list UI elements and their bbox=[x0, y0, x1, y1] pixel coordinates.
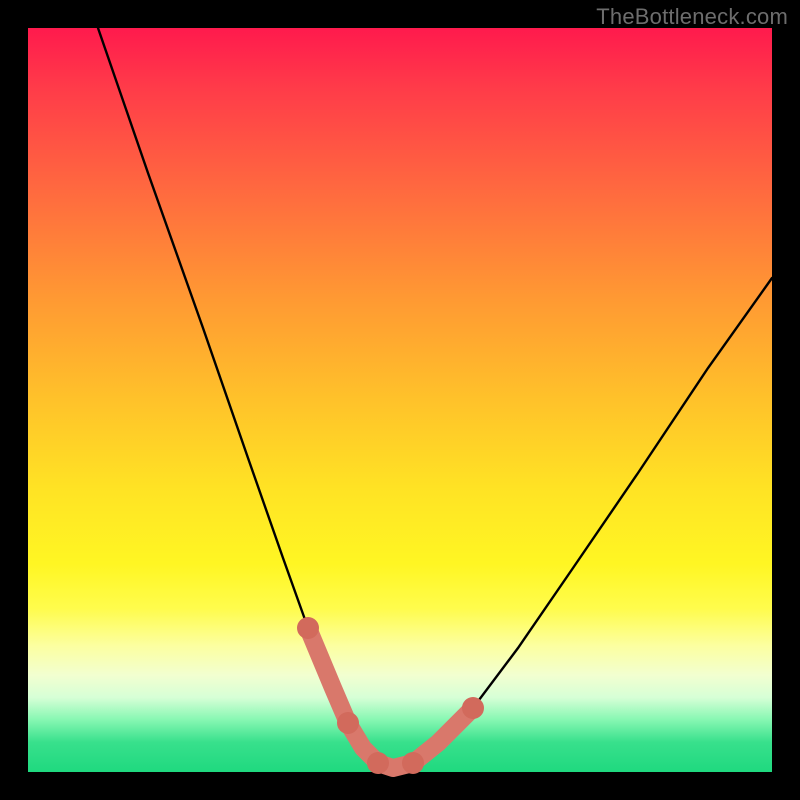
bottleneck-curve-svg bbox=[28, 28, 772, 772]
highlight-dot bbox=[337, 712, 359, 734]
highlight-dot bbox=[367, 752, 389, 774]
highlight-dot bbox=[297, 617, 319, 639]
highlighted-valley-path bbox=[308, 628, 473, 768]
bottleneck-curve-path bbox=[98, 28, 772, 768]
chart-plot-area bbox=[28, 28, 772, 772]
highlight-dot bbox=[402, 752, 424, 774]
highlighted-valley-dots bbox=[297, 617, 484, 774]
watermark-text: TheBottleneck.com bbox=[596, 4, 788, 30]
highlight-dot bbox=[462, 697, 484, 719]
